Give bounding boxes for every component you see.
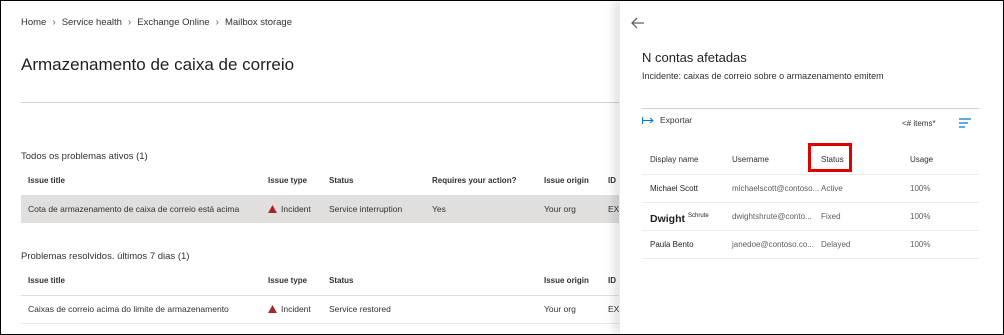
export-label: Exportar (660, 115, 693, 125)
account-name: Paula Bento (650, 240, 694, 249)
account-usage: 100% (910, 184, 931, 193)
account-status: Delayed (821, 240, 851, 249)
table-header: Issue title Issue type Status Requires y… (21, 167, 621, 196)
items-count: <# items* (902, 119, 936, 128)
account-name-first: Dwight (650, 213, 685, 225)
resolved-issues-title: Problemas resolvidos. últimos 7 dias (1) (21, 251, 190, 262)
account-status: Active (821, 184, 843, 193)
column-header-status[interactable]: Status (329, 167, 353, 195)
lines-view-icon[interactable] (958, 117, 972, 129)
column-header-issue-type[interactable]: Issue type (268, 267, 307, 295)
issue-type-label: Incident (281, 304, 311, 314)
divider (21, 102, 621, 103)
column-header-issue-type[interactable]: Issue type (268, 167, 307, 195)
column-header-display-name[interactable]: Display name (650, 145, 698, 174)
table-row[interactable]: Caixas de correio acima do limite de arm… (21, 296, 624, 324)
export-icon (642, 116, 654, 124)
app-frame: Home › Service health › Exchange Online … (0, 0, 1004, 335)
panel-subtitle: Incidente: caixas de correio sobre o arm… (642, 71, 884, 81)
column-header-issue-title[interactable]: Issue title (28, 267, 65, 295)
column-header-status[interactable]: Status (329, 267, 353, 295)
chevron-right-icon: › (127, 17, 132, 28)
column-header-usage[interactable]: Usage (910, 145, 933, 174)
account-username: michaelscott@contoso... (732, 184, 820, 193)
active-issues-table: Issue title Issue type Status Requires y… (21, 167, 624, 223)
resolved-issues-table: Issue title Issue type Status Issue orig… (21, 267, 624, 324)
command-bar: Exportar <# items* (642, 115, 979, 133)
warning-triangle-icon (268, 305, 277, 313)
issue-title[interactable]: Caixas de correio acima do limite de arm… (28, 296, 229, 323)
status-column-highlight (808, 143, 852, 172)
column-header-requires-action[interactable]: Requires your action? (432, 167, 516, 195)
breadcrumb: Home › Service health › Exchange Online … (21, 17, 292, 28)
issue-origin: Your org (544, 304, 576, 314)
active-issues-title: Todos os problemas ativos (1) (21, 151, 148, 162)
breadcrumb-home[interactable]: Home (21, 17, 46, 28)
table-row[interactable]: Cota de armazenamento de caixa de correi… (21, 196, 624, 223)
issue-type: Incident (268, 296, 311, 323)
affected-accounts-panel: N contas afetadas Incidente: caixas de c… (619, 1, 1003, 334)
issue-type: Incident (268, 196, 311, 223)
account-name: Michael Scott (650, 184, 699, 193)
account-status: Fixed (821, 212, 841, 221)
breadcrumb-mailbox-storage: Mailbox storage (224, 17, 292, 28)
breadcrumb-exchange-online[interactable]: Exchange Online (137, 17, 209, 28)
column-header-issue-title[interactable]: Issue title (28, 167, 65, 195)
column-header-issue-origin[interactable]: Issue origin (544, 267, 589, 295)
issue-requires-action: Yes (432, 204, 446, 214)
warning-triangle-icon (268, 205, 277, 213)
page-title: Armazenamento de caixa de correio (21, 55, 295, 74)
panel-title: N contas afetadas (642, 50, 747, 65)
column-header-username[interactable]: Username (732, 145, 769, 174)
issue-type-label: Incident (281, 204, 311, 214)
issue-origin: Your org (544, 204, 576, 214)
column-header-id[interactable]: ID (608, 167, 616, 195)
chevron-right-icon: › (52, 17, 56, 28)
account-usage: 100% (910, 212, 931, 221)
account-username: dwightshrute@conto... (732, 212, 812, 221)
account-usage: 100% (910, 240, 931, 249)
account-name: Dwight Schrute (650, 203, 709, 233)
issue-status: Service restored (329, 304, 391, 314)
export-button[interactable]: Exportar (642, 115, 692, 125)
table-row[interactable]: Paula Bento janedoe@contoso.co... Delaye… (642, 231, 979, 259)
issue-title[interactable]: Cota de armazenamento de caixa de correi… (28, 196, 239, 223)
table-row[interactable]: Dwight Schrute dwightshrute@conto... Fixe… (642, 203, 979, 231)
table-header: Issue title Issue type Status Issue orig… (21, 267, 621, 296)
chevron-right-icon: › (215, 17, 219, 28)
breadcrumb-service-health[interactable]: Service health (62, 17, 122, 28)
column-header-id[interactable]: ID (608, 267, 616, 295)
divider (642, 108, 979, 109)
account-name-suffix: Schrute (688, 213, 709, 219)
table-row[interactable]: Michael Scott michaelscott@contoso... Ac… (642, 175, 979, 203)
account-username: janedoe@contoso.co... (732, 240, 814, 249)
issue-status: Service interruption (329, 204, 403, 214)
column-header-issue-origin[interactable]: Issue origin (544, 167, 589, 195)
back-arrow-icon[interactable] (630, 15, 646, 31)
